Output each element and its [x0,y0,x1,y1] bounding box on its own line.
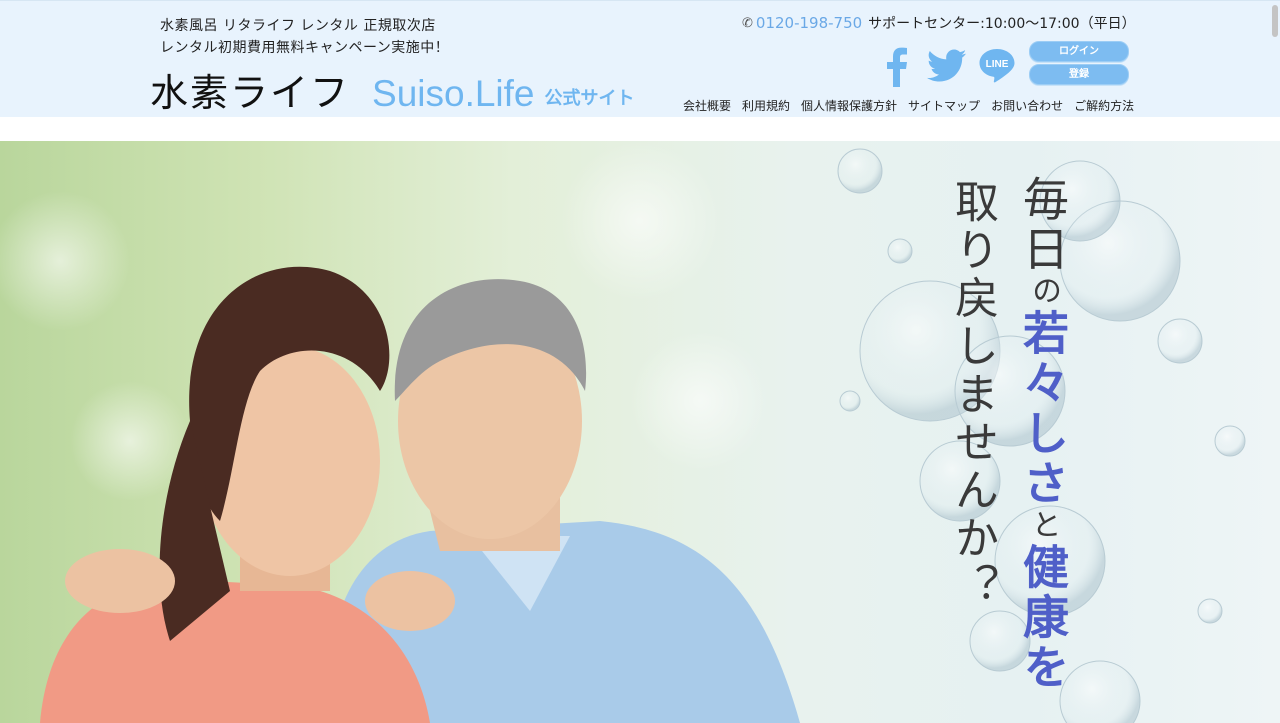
hero-word-health: 健康を [1016,543,1070,693]
contact-info: ✆ 0120-198-750 サポートセンター:10:00〜17:00（平日） [742,13,1136,33]
login-button[interactable]: ログイン [1029,41,1129,62]
hero-word-to: と [1026,509,1061,543]
phone-icon: ✆ [742,15,753,31]
hero-photo [0,141,1246,723]
hero-word-no: の [1026,275,1061,309]
register-button[interactable]: 登録 [1029,64,1129,85]
nav-terms[interactable]: 利用規約 [742,97,790,114]
logo-official-site: 公式サイト [544,88,635,109]
logo-japanese: 水素ライフ [150,71,351,115]
line-icon-label: LINE [986,59,1009,70]
twitter-icon[interactable] [927,48,967,84]
nav-contact[interactable]: お問い合わせ [991,97,1063,114]
hero-copy-line-1: 取り戻しませんか？ [947,179,998,611]
support-hours: サポートセンター:10:00〜17:00（平日） [868,16,1136,32]
tagline-line-2: レンタル初期費用無料キャンペーン実施中！ [160,40,450,56]
hero-banner: 取り戻しませんか？ 毎日の若々しさと健康を [0,141,1280,723]
hero-word-youthfulness: 若々しさ [1016,309,1070,509]
nav-cancel[interactable]: ご解約方法 [1074,97,1134,114]
hero-word-everyday: 毎日 [1016,175,1070,275]
nav-company[interactable]: 会社概要 [683,97,731,114]
tagline-line-1: 水素風呂 リタライフ レンタル 正規取次店 [160,18,436,34]
line-icon[interactable]: LINE [978,46,1016,84]
phone-number[interactable]: 0120-198-750 [756,14,862,32]
facebook-icon[interactable] [882,47,912,87]
nav-sitemap[interactable]: サイトマップ [908,97,980,114]
scrollbar-thumb[interactable] [1272,5,1278,37]
site-logo[interactable]: 水素ライフ Suiso.Life 公式サイト [150,67,635,117]
tagline: 水素風呂 リタライフ レンタル 正規取次店 レンタル初期費用無料キャンペーン実施… [160,15,449,59]
header-nav: 会社概要 利用規約 個人情報保護方針 サイトマップ お問い合わせ ご解約方法 [683,97,1134,114]
logo-english: Suiso.Life [372,73,535,114]
hero-copy-line-2: 毎日の若々しさと健康を [1010,175,1076,693]
site-header: 水素風呂 リタライフ レンタル 正規取次店 レンタル初期費用無料キャンペーン実施… [0,0,1280,117]
nav-privacy[interactable]: 個人情報保護方針 [801,97,897,114]
